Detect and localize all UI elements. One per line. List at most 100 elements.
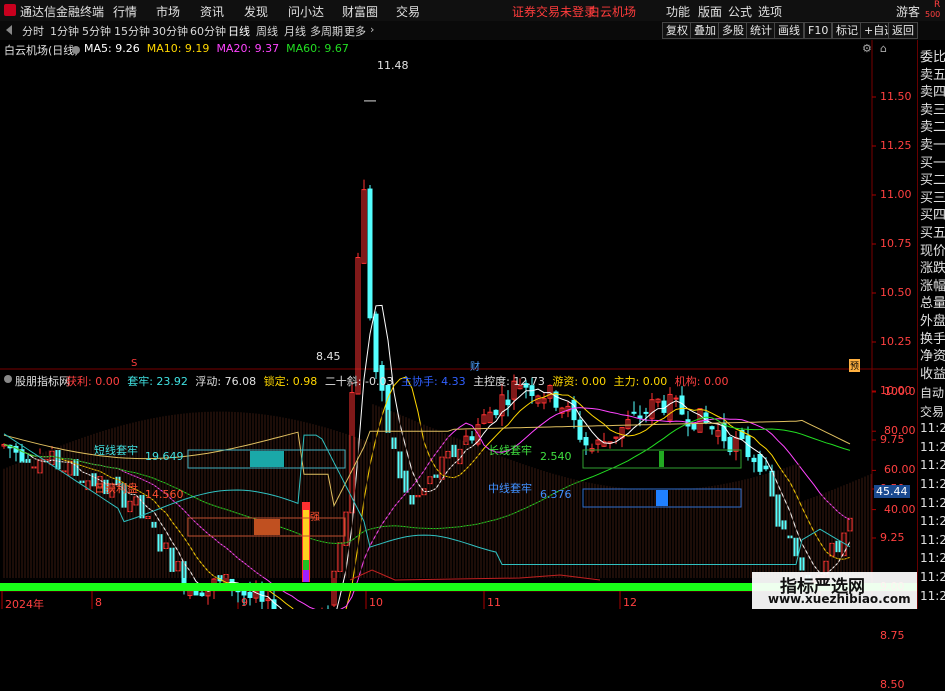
indicator-tick-label: 100.0 — [884, 385, 916, 398]
marker-cai: 财 — [470, 362, 480, 373]
btn-back[interactable]: 返回 — [888, 22, 918, 39]
daily-profit-value: 14.560 — [145, 488, 184, 501]
date-tick-label: 8 — [95, 596, 102, 609]
candle-body — [583, 437, 589, 446]
indicator-legend: 获利: 0.00 套牢: 23.92 浮动: 76.08 锁定: 0.98 二十… — [66, 373, 733, 389]
trade-row-label: 11:29 — [920, 570, 945, 584]
menu-zixun[interactable]: 资讯 — [200, 3, 224, 20]
short-term-label: 短线套牢 — [94, 444, 138, 457]
menu-gongshi[interactable]: 公式 — [728, 3, 752, 20]
price-tick-label: 11.00 — [880, 188, 912, 201]
price-tick-label: 11.25 — [880, 139, 912, 152]
quote-row-label: 买四 — [920, 208, 945, 224]
period-more[interactable]: 更多 — [344, 23, 366, 39]
trade-row-label: 11:29 — [920, 439, 945, 454]
short-term-fill — [250, 451, 284, 467]
strength-bar-green — [303, 560, 309, 570]
marker-s: S — [131, 358, 138, 369]
menu-gongneng[interactable]: 功能 — [666, 3, 690, 20]
date-tick-label: 9 — [241, 596, 248, 609]
guest-user[interactable]: 游客 — [896, 3, 920, 20]
menu-caifuquan[interactable]: 财富圈 — [342, 3, 378, 20]
btn-biaoji[interactable]: 标记 — [832, 22, 862, 39]
menu-xuanxiang[interactable]: 选项 — [758, 3, 782, 20]
trade-row-label: 11:29 — [920, 551, 945, 566]
quote-row-label: 卖四 — [920, 85, 945, 101]
candle-body — [661, 400, 667, 413]
ma5-label: MA5: 9.26 — [84, 42, 140, 55]
chart-settings-icon[interactable]: ⌂ — [880, 42, 887, 55]
settings-dot-icon[interactable] — [72, 46, 80, 54]
legend-youzi: 游资: 0.00 — [552, 375, 607, 388]
btn-diejia[interactable]: 叠加 — [690, 22, 720, 39]
quote-row-label: 总量 — [920, 296, 945, 312]
quote-row-label: 涨跌 — [920, 261, 945, 277]
trade-panel: 自动交易 11:29 11:29 11:29 11:29 11:29 11:29 11:29 1… — [917, 380, 945, 609]
price-tick-label: 10.25 — [880, 335, 912, 348]
candle-body — [247, 591, 253, 598]
menu-jiaoyi[interactable]: 交易 — [396, 3, 420, 20]
indicator-tick-label: 60.00 — [884, 463, 916, 477]
chart-stock-title: 白云机场(日线) — [4, 44, 79, 57]
candle-body — [727, 436, 733, 452]
gear-icon[interactable]: ⚙ — [862, 42, 872, 55]
period-1min[interactable]: 1分钟 — [50, 23, 79, 39]
candle-body — [757, 454, 763, 472]
menu-bar: 通达信金融终端 行情 市场 资讯 发现 问小达 财富圈 交易 证券交易未登录 白… — [0, 0, 945, 22]
date-tick-label: 11 — [487, 596, 501, 609]
period-5min[interactable]: 5分钟 — [82, 23, 111, 39]
quote-panel: 委比 卖五 卖四 卖三 卖二 卖一 买一 买二 买三 买四 买五 现价 涨跌 涨幅 总量 外盘 换手 净资 收益 — [917, 40, 945, 382]
low-price-label: 8.45 — [316, 350, 341, 363]
menu-wenxiaoda[interactable]: 问小达 — [288, 3, 324, 20]
menu-hangqing[interactable]: 行情 — [113, 3, 137, 20]
price-tick-label: 8.50 — [880, 678, 905, 691]
app-title: 通达信金融终端 — [20, 5, 105, 19]
menu-faxian[interactable]: 发现 — [244, 3, 268, 20]
chart-canvas — [0, 40, 917, 609]
chart-header: 白云机场(日线) — [4, 42, 79, 58]
period-30min[interactable]: 30分钟 — [152, 23, 188, 39]
btn-duogu[interactable]: 多股 — [718, 22, 748, 39]
date-tick-label: 12 — [623, 596, 637, 609]
ma20-label: MA20: 9.37 — [216, 42, 280, 55]
menu-banmian[interactable]: 版面 — [698, 3, 722, 20]
rs-badge: R — [934, 0, 941, 10]
btn-huaxian[interactable]: 画线 — [774, 22, 804, 39]
btn-fuquan[interactable]: 复权 — [662, 22, 692, 39]
short-term-value: 19.649 — [145, 450, 184, 463]
quote-row-label: 买一 — [920, 155, 945, 171]
trade-row-label: 11:29 — [920, 588, 945, 603]
mid-term-value: 6.376 — [540, 488, 572, 501]
more-chevron-icon[interactable]: › — [370, 23, 374, 36]
candle-body — [493, 409, 499, 416]
period-15min[interactable]: 15分钟 — [114, 23, 150, 39]
quote-row-label: 委比 — [920, 50, 945, 65]
btn-f10[interactable]: F10 — [804, 22, 833, 39]
period-60min[interactable]: 60分钟 — [190, 23, 226, 39]
toolbar-left-arrow-icon[interactable] — [6, 25, 12, 35]
marker-yu: 预 — [849, 359, 861, 372]
trade-row-label: 11:29 — [920, 532, 945, 547]
mid-term-label: 中线套牢 — [488, 482, 532, 495]
rs-number: 500 — [925, 10, 941, 19]
high-price-label: 11.48 — [377, 59, 409, 72]
indicator-dot-icon[interactable] — [4, 375, 12, 383]
period-weekly[interactable]: 周线 — [256, 23, 278, 39]
trade-row-label: 11:29 — [920, 458, 945, 473]
period-multi[interactable]: 多周期 — [310, 23, 343, 39]
quote-row-label: 换手 — [920, 331, 945, 347]
menu-shichang[interactable]: 市场 — [156, 3, 180, 20]
btn-tongji[interactable]: 统计 — [746, 22, 776, 39]
login-warning[interactable]: 证券交易未登录 — [512, 3, 596, 20]
period-fenshi[interactable]: 分时 — [22, 23, 44, 39]
quote-row-label: 买五 — [920, 226, 945, 241]
period-daily[interactable]: 日线 — [228, 23, 250, 39]
trade-row-label: 11:29 — [920, 495, 945, 510]
quote-row-label: 买二 — [920, 173, 945, 189]
trade-row-label: 11:29 — [920, 514, 945, 529]
trade-row-label: 交易 — [920, 404, 945, 419]
long-term-label: 长线套牢 — [488, 444, 532, 457]
ma60-label: MA60: 9.67 — [286, 42, 349, 55]
period-monthly[interactable]: 月线 — [284, 23, 306, 39]
daily-profit-label: 日获利盘 — [94, 482, 138, 495]
